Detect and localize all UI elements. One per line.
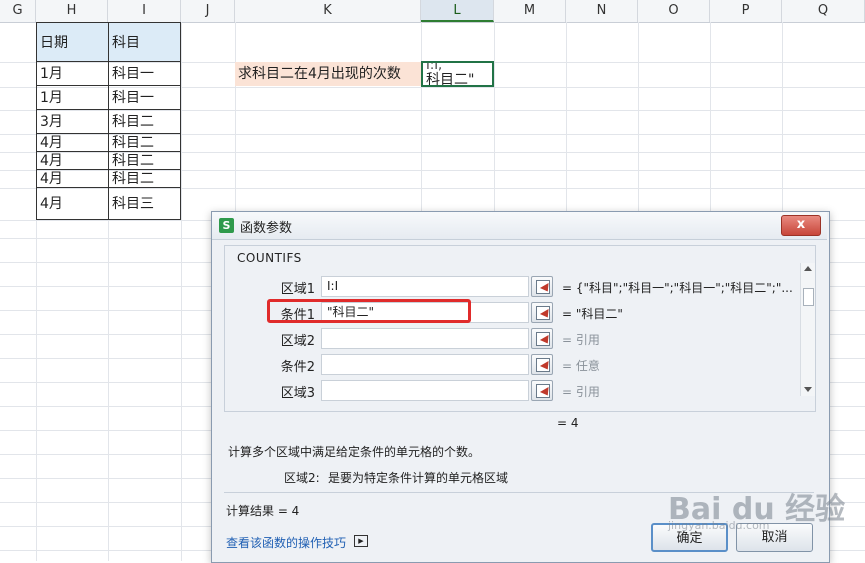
range-select-button[interactable] [531, 302, 553, 323]
column-header-i[interactable]: I [108, 0, 181, 22]
table-header-date[interactable]: 日期 [36, 22, 109, 62]
table-cell-date[interactable]: 3月 [36, 109, 109, 134]
function-name: COUNTIFS [237, 251, 302, 265]
param-input-range1[interactable]: I:I [321, 276, 529, 297]
param-input-range3[interactable] [321, 380, 529, 401]
param-input-range2[interactable] [321, 328, 529, 349]
range-select-button[interactable] [531, 354, 553, 375]
param-help-text: 是要为特定条件计算的单元格区域 [328, 471, 509, 485]
question-cell[interactable]: 求科目二在4月出现的次数 [235, 62, 421, 86]
total-result: = 4 [557, 416, 579, 430]
table-cell-subject[interactable]: 科目三 [108, 187, 181, 220]
range-select-button[interactable] [531, 276, 553, 297]
param-result-range3: = 引用 [562, 385, 600, 399]
column-header-m[interactable]: M [494, 0, 566, 22]
column-header-k[interactable]: K [235, 0, 421, 22]
range-select-button[interactable] [531, 380, 553, 401]
table-cell-subject[interactable]: 科目二 [108, 151, 181, 170]
highlight-annotation [267, 299, 471, 323]
function-description: 计算多个区域中满足给定条件的单元格的个数。 [228, 445, 481, 459]
table-cell-subject[interactable]: 科目一 [108, 85, 181, 110]
table-header-subject[interactable]: 科目 [108, 22, 181, 62]
column-header-g[interactable]: G [0, 0, 36, 22]
range-select-button[interactable] [531, 328, 553, 349]
column-header-bar: G H I J K L M N O P Q [0, 0, 865, 23]
column-header-o[interactable]: O [638, 0, 710, 22]
table-cell-date[interactable]: 4月 [36, 169, 109, 188]
table-cell-date[interactable]: 4月 [36, 133, 109, 152]
column-header-h[interactable]: H [36, 0, 108, 22]
param-result-criteria1: = "科目二" [562, 307, 623, 321]
column-header-n[interactable]: N [566, 0, 638, 22]
dialog-title: 函数参数 [240, 221, 293, 236]
dialog-titlebar[interactable]: S 函数参数 x [212, 212, 827, 240]
table-cell-subject[interactable]: 科目一 [108, 61, 181, 86]
table-cell-subject[interactable]: 科目二 [108, 133, 181, 152]
table-cell-date[interactable]: 1月 [36, 85, 109, 110]
arguments-group: COUNTIFS 区域1 I:I = {"科目";"科目一";"科目一";"科目… [224, 245, 816, 412]
column-header-j[interactable]: J [181, 0, 235, 22]
param-result-criteria2: = 任意 [562, 359, 600, 373]
param-input-criteria2[interactable] [321, 354, 529, 375]
active-cell-line2: 科目二" [426, 72, 475, 87]
param-label-range1: 区域1 [280, 282, 315, 297]
video-play-icon[interactable]: ▶ [354, 535, 368, 547]
scroll-up-icon[interactable] [804, 266, 812, 271]
wps-logo-icon: S [219, 218, 234, 233]
table-cell-subject[interactable]: 科目二 [108, 109, 181, 134]
active-cell-line1: I:I, [426, 61, 443, 73]
calc-result: 计算结果 = 4 [226, 504, 300, 518]
params-scrollbar[interactable] [800, 263, 815, 396]
scroll-down-icon[interactable] [804, 387, 812, 392]
scroll-thumb[interactable] [803, 288, 814, 306]
column-header-l[interactable]: L [421, 0, 494, 22]
table-cell-date[interactable]: 4月 [36, 151, 109, 170]
param-help-label: 区域2: [284, 471, 320, 485]
active-cell-formula[interactable]: I:I, 科目二" [421, 61, 494, 87]
table-cell-date[interactable]: 4月 [36, 187, 109, 220]
param-result-range2: = 引用 [562, 333, 600, 347]
param-label-range2: 区域2 [280, 334, 315, 349]
table-cell-date[interactable]: 1月 [36, 61, 109, 86]
param-label-range3: 区域3 [280, 386, 315, 401]
param-result-range1: = {"科目";"科目一";"科目一";"科目二";"... [562, 281, 793, 295]
tips-link[interactable]: 查看该函数的操作技巧 [226, 534, 346, 551]
table-cell-subject[interactable]: 科目二 [108, 169, 181, 188]
param-label-criteria2: 条件2 [280, 360, 315, 375]
column-header-q[interactable]: Q [782, 0, 865, 22]
baidu-watermark-url: jingyan.baidu.com [668, 519, 770, 532]
column-header-p[interactable]: P [710, 0, 782, 22]
close-button[interactable]: x [781, 215, 821, 236]
